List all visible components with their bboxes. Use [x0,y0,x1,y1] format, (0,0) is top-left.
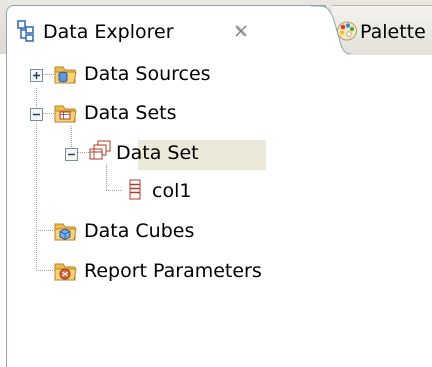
tree-item-col1[interactable]: col1 [120,177,240,205]
data-cubes-folder-icon [54,220,78,242]
tree-item-data-cubes[interactable]: Data Cubes [54,217,274,245]
tab-data-explorer-label: Data Explorer [43,21,174,43]
expand-plus-icon[interactable] [30,67,43,82]
tree-item-label: Data Sets [84,102,177,124]
tree-item-report-parameters[interactable]: Report Parameters [54,257,354,285]
collapse-minus-icon[interactable] [65,146,78,161]
tab-data-explorer[interactable]: Data Explorer [6,5,351,55]
close-icon[interactable] [233,23,249,43]
data-explorer-view: Palette Data Explorer Data Sources Data … [0,0,432,367]
tree-item-label: Data Set [116,142,199,164]
data-set-icon [89,140,113,162]
tab-palette-label: Palette [360,21,426,43]
data-explorer-icon [16,19,36,47]
tree-item-label: Report Parameters [84,260,262,282]
tab-edge [311,5,351,55]
tree-item-label: col1 [152,180,192,202]
tree-item-data-set[interactable]: Data Set [65,139,270,167]
tree-item-data-sources[interactable]: Data Sources [30,60,290,88]
data-sources-folder-icon [54,63,78,85]
report-parameters-folder-icon [54,260,78,282]
data-sets-folder-icon [54,102,78,124]
data-explorer-tree: Data Sources Data Sets Data Set col1 Dat… [0,54,432,367]
tree-item-label: Data Sources [84,63,211,85]
tab-bar: Palette Data Explorer [0,0,432,55]
column-icon [124,179,148,201]
collapse-minus-icon[interactable] [30,106,43,121]
tree-item-data-sets[interactable]: Data Sets [30,99,290,127]
tree-item-label: Data Cubes [84,220,195,242]
